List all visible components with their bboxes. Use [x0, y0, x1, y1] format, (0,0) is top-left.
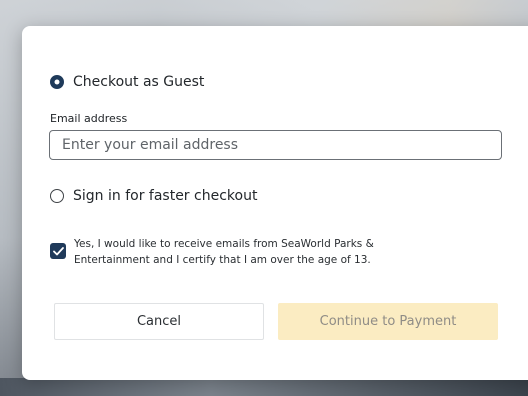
checkout-modal: Checkout as Guest Email address Sign in … — [22, 26, 528, 380]
cancel-button-label: Cancel — [136, 314, 182, 329]
continue-to-payment-button[interactable]: Continue to Payment — [278, 303, 498, 340]
guest-checkout-label: Checkout as Guest — [73, 74, 205, 90]
signin-label: Sign in for faster checkout — [73, 188, 258, 204]
guest-checkout-option[interactable]: Checkout as Guest — [50, 74, 204, 90]
signin-option[interactable]: Sign in for faster checkout — [50, 188, 257, 204]
background-strip — [0, 378, 528, 396]
email-consent-checkbox-row[interactable]: Yes, I would like to receive emails from… — [50, 236, 414, 268]
email-consent-text: Yes, I would like to receive emails from… — [74, 238, 374, 266]
checkbox-checked-icon[interactable] — [50, 243, 66, 259]
email-label: Email address — [50, 112, 128, 125]
radio-selected-icon[interactable] — [50, 75, 64, 89]
checkmark-icon — [52, 246, 64, 255]
cancel-button[interactable]: Cancel — [54, 303, 264, 340]
email-input[interactable] — [49, 130, 502, 160]
radio-unselected-icon[interactable] — [50, 189, 64, 203]
continue-button-label: Continue to Payment — [319, 314, 457, 329]
